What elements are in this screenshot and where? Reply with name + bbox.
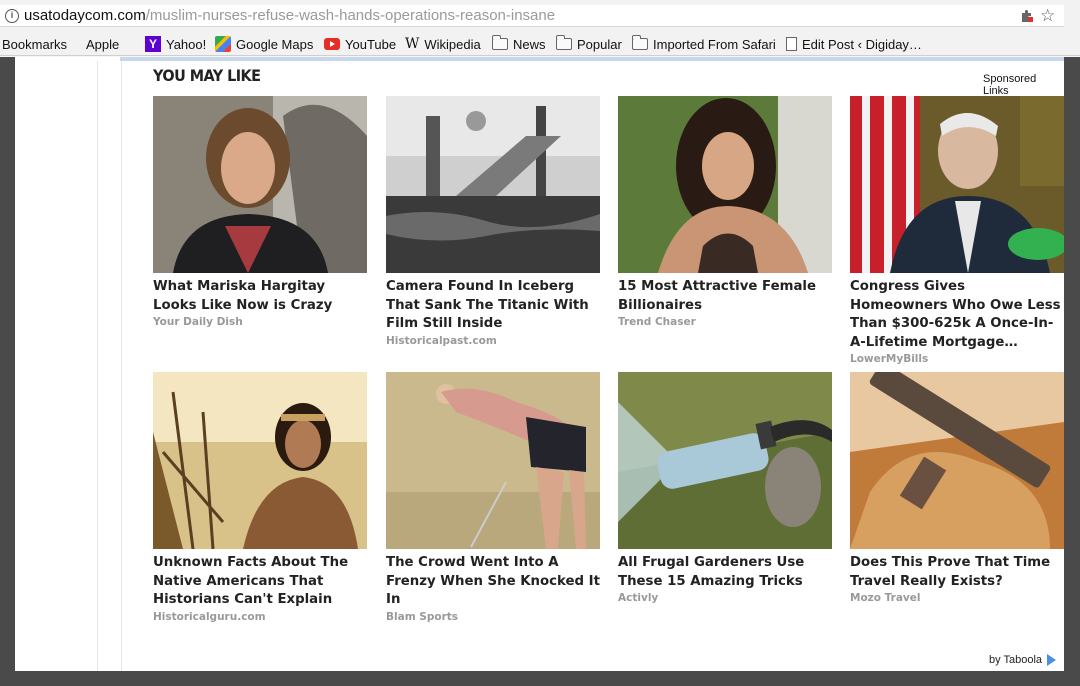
taboola-label: by Taboola	[989, 654, 1043, 666]
header-strip	[15, 57, 1064, 61]
card-source: Your Daily Dish	[153, 316, 243, 328]
bookmark-folder-news[interactable]: News	[492, 35, 546, 53]
info-icon[interactable]: i	[5, 9, 19, 23]
recommendation-card[interactable]: Unknown Facts About The Native Americans…	[153, 372, 367, 623]
recommendation-card[interactable]: All Frugal Gardeners Use These 15 Amazin…	[618, 372, 832, 604]
bookmark-apple[interactable]: Apple	[81, 35, 119, 53]
wikipedia-icon: W	[405, 36, 420, 52]
card-title[interactable]: What Mariska Hargitay Looks Like Now is …	[153, 278, 367, 315]
page-content: YOU MAY LIKE Sponsored Links What Marisk…	[15, 57, 1064, 671]
recommendation-card[interactable]: What Mariska Hargitay Looks Like Now is …	[153, 96, 367, 328]
url-field[interactable]: i usatodaycom.com/muslim-nurses-refuse-w…	[0, 5, 1064, 27]
bookmark-label: Bookmarks	[2, 36, 68, 52]
folder-icon	[492, 35, 508, 50]
bookmark-folder-popular[interactable]: Popular	[556, 35, 622, 53]
google-maps-icon	[215, 36, 231, 52]
bookmark-folder-imported[interactable]: Imported From Safari	[632, 35, 776, 53]
yahoo-icon: Y	[145, 36, 161, 52]
bookmark-label: Wikipedia	[424, 36, 481, 52]
recommendation-card[interactable]: Camera Found In Iceberg That Sank The Ti…	[386, 96, 600, 347]
card-image[interactable]	[386, 96, 600, 273]
card-source: Historicalpast.com	[386, 334, 497, 347]
bookmark-label: Apple	[86, 36, 120, 52]
card-title[interactable]: The Crowd Went Into A Frenzy When She Kn…	[386, 554, 600, 610]
card-source: Trend Chaser	[618, 316, 696, 328]
bookmarks-bar: Bookmarks Apple Y Yahoo! Google Maps You…	[0, 32, 1080, 56]
taboola-attribution[interactable]: by Taboola	[989, 654, 1057, 666]
folder-icon	[556, 35, 572, 50]
card-image[interactable]	[850, 372, 1064, 549]
bookmark-label: YouTube	[345, 36, 397, 52]
card-image[interactable]	[153, 96, 367, 273]
extension-icon[interactable]	[1020, 9, 1034, 23]
bookmark-label: Yahoo!	[166, 36, 207, 52]
bookmark-label: Imported From Safari	[653, 36, 776, 52]
card-title[interactable]: Does This Prove That Time Travel Really …	[850, 554, 1064, 591]
bookmark-bookmarks[interactable]: Bookmarks	[2, 35, 67, 53]
page-icon	[786, 37, 797, 51]
card-source: Mozo Travel	[850, 592, 921, 604]
bookmark-youtube[interactable]: YouTube	[324, 35, 396, 53]
window-edge	[0, 57, 15, 686]
card-title[interactable]: 15 Most Attractive Female Billionaires	[618, 278, 832, 315]
bookmark-label: News	[513, 36, 546, 52]
card-image[interactable]	[386, 372, 600, 549]
recommendation-card[interactable]: Does This Prove That Time Travel Really …	[850, 372, 1064, 604]
card-image[interactable]	[618, 96, 832, 273]
card-source: Blam Sports	[386, 610, 459, 623]
card-source: Activly	[618, 592, 659, 604]
url-path: /muslim-nurses-refuse-wash-hands-operati…	[145, 7, 556, 24]
divider	[97, 61, 98, 671]
card-image[interactable]	[618, 372, 832, 549]
card-image[interactable]	[850, 96, 1064, 273]
bookmark-star-icon[interactable]: ☆	[1040, 6, 1055, 26]
window-edge	[1064, 57, 1080, 686]
taboola-icon	[1047, 654, 1057, 666]
folder-icon	[632, 35, 648, 50]
sponsored-links-label[interactable]: Sponsored Links	[983, 73, 1064, 97]
recommendation-card[interactable]: 15 Most Attractive Female Billionaires T…	[618, 96, 832, 328]
card-source: Historicalguru.com	[153, 610, 266, 623]
bookmark-wikipedia[interactable]: W Wikipedia	[405, 35, 481, 53]
bookmark-edit-post[interactable]: Edit Post ‹ Digiday…	[786, 35, 922, 53]
url-text[interactable]: usatodaycom.com/muslim-nurses-refuse-was…	[24, 7, 555, 24]
divider	[121, 61, 122, 671]
address-bar: i usatodaycom.com/muslim-nurses-refuse-w…	[0, 0, 1080, 32]
card-source: LowerMyBills	[850, 353, 929, 365]
window-edge	[0, 671, 1080, 686]
bookmark-label: Google Maps	[236, 36, 314, 52]
card-title[interactable]: Congress Gives Homeowners Who Owe Less T…	[850, 278, 1064, 352]
card-image[interactable]	[153, 372, 367, 549]
recommendation-card[interactable]: Congress Gives Homeowners Who Owe Less T…	[850, 96, 1064, 365]
youtube-icon	[324, 38, 340, 50]
card-title[interactable]: Unknown Facts About The Native Americans…	[153, 554, 367, 610]
recommendation-card[interactable]: The Crowd Went Into A Frenzy When She Kn…	[386, 372, 600, 623]
card-title[interactable]: All Frugal Gardeners Use These 15 Amazin…	[618, 554, 832, 591]
bookmark-label: Popular	[577, 36, 622, 52]
bookmark-label: Edit Post ‹ Digiday…	[802, 36, 922, 52]
bookmark-yahoo[interactable]: Y Yahoo!	[145, 35, 206, 53]
url-host: usatodaycom.com	[24, 7, 146, 24]
card-title[interactable]: Camera Found In Iceberg That Sank The Ti…	[386, 278, 600, 334]
section-title: YOU MAY LIKE	[153, 66, 261, 85]
bookmark-google-maps[interactable]: Google Maps	[215, 35, 313, 53]
